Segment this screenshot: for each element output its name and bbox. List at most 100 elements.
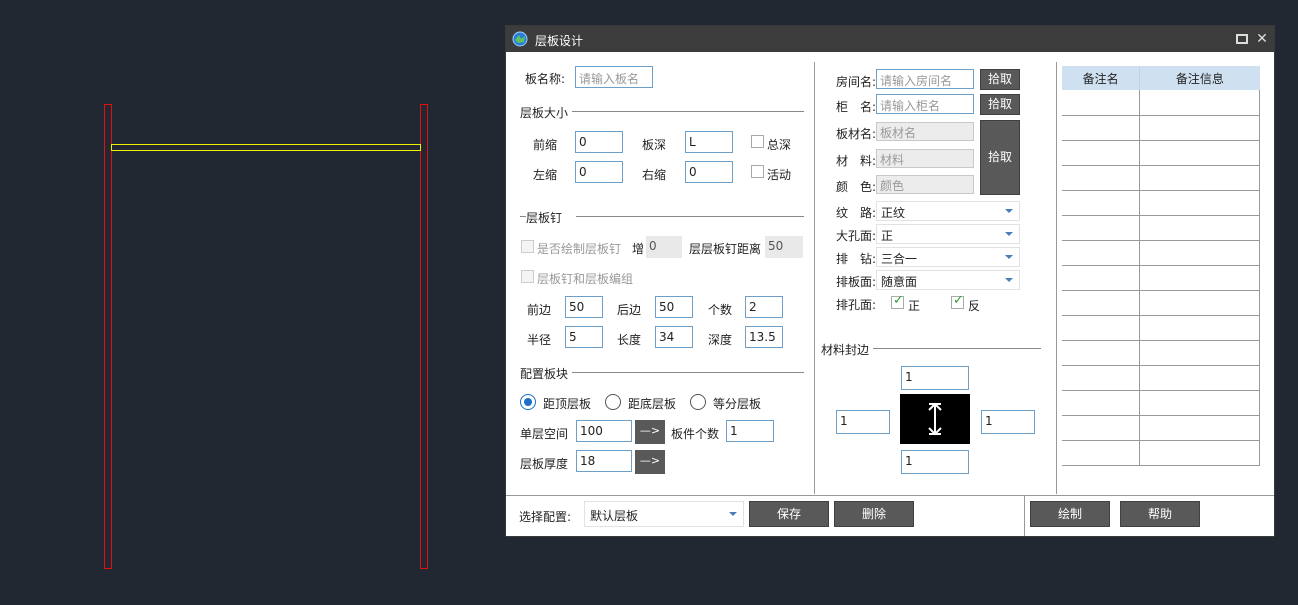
chevron-down-icon (1005, 232, 1013, 236)
cad-left-post (104, 104, 112, 569)
restore-icon[interactable] (1234, 31, 1250, 47)
delete-button[interactable]: 删除 (834, 501, 914, 527)
nail-group-label: 层板钉和层板编组 (537, 272, 634, 286)
depth-label: 板深 (642, 138, 667, 152)
single-space-apply-button[interactable]: —> (635, 420, 665, 444)
config-section-title: 配置板块 (520, 365, 573, 382)
hole-face-back-label: 反 (968, 299, 981, 313)
radius-input[interactable]: 5 (565, 326, 603, 348)
table-row[interactable] (1062, 365, 1260, 391)
front-inset-input[interactable]: 0 (575, 131, 623, 153)
board-material-label: 板材名: (836, 127, 877, 141)
drill-select[interactable]: 三合一 (876, 247, 1020, 267)
hole-face-back-checkbox[interactable]: ✓ (951, 293, 964, 309)
grain-label: 纹 路: (836, 206, 877, 220)
board-material-input[interactable]: 板材名 (876, 122, 974, 141)
edge-left-input[interactable]: 1 (836, 410, 890, 434)
pick-material-button[interactable]: 拾取 (980, 120, 1020, 195)
table-row[interactable] (1062, 440, 1260, 466)
table-row[interactable] (1062, 165, 1260, 191)
cabinet-name-input[interactable]: 请输入柜名 (876, 94, 974, 114)
movable-label: 活动 (767, 168, 792, 182)
right-inset-input[interactable]: 0 (685, 161, 733, 183)
thickness-apply-button[interactable]: —> (635, 450, 665, 474)
help-button[interactable]: 帮助 (1120, 501, 1200, 527)
board-name-input[interactable]: 请输入板名 (575, 66, 653, 88)
movable-checkbox[interactable] (751, 165, 764, 178)
increase-input[interactable]: 0 (646, 236, 682, 258)
chevron-down-icon (729, 512, 737, 516)
single-space-input[interactable]: 100 (576, 420, 632, 442)
table-row[interactable] (1062, 290, 1260, 316)
total-depth-checkbox[interactable] (751, 135, 764, 148)
chevron-down-icon (1005, 278, 1013, 282)
table-row[interactable] (1062, 390, 1260, 416)
table-row[interactable] (1062, 265, 1260, 291)
dialog-title: 层板设计 (535, 34, 584, 48)
single-space-label: 单层空间 (520, 427, 569, 441)
nail-group-checkbox[interactable] (521, 270, 534, 283)
table-row[interactable] (1062, 115, 1260, 141)
draw-button[interactable]: 绘制 (1030, 501, 1110, 527)
table-row[interactable] (1062, 90, 1260, 116)
radio-from-bottom[interactable] (605, 394, 621, 410)
layout-face-select[interactable]: 随意面 (876, 270, 1020, 290)
big-hole-select[interactable]: 正 (876, 224, 1020, 244)
table-row[interactable] (1062, 240, 1260, 266)
total-depth-label: 总深 (767, 138, 792, 152)
hole-face-front-checkbox[interactable]: ✓ (891, 293, 904, 309)
nail-distance-input[interactable]: 50 (765, 236, 803, 258)
left-inset-label: 左缩 (533, 168, 558, 182)
material-input[interactable]: 材料 (876, 149, 974, 168)
length-input[interactable]: 34 (655, 326, 693, 348)
left-inset-input[interactable]: 0 (575, 161, 623, 183)
notes-col-info[interactable]: 备注信息 (1139, 66, 1260, 90)
hole-face-front-label: 正 (908, 299, 921, 313)
draw-nail-checkbox[interactable] (521, 240, 534, 253)
pick-cabinet-button[interactable]: 拾取 (980, 94, 1020, 115)
hole-depth-input[interactable]: 13.5 (745, 326, 783, 348)
part-count-input[interactable]: 1 (726, 420, 774, 442)
back-edge-label: 后边 (617, 303, 642, 317)
back-edge-input[interactable]: 50 (655, 296, 693, 318)
radio-equal-split[interactable] (690, 394, 706, 410)
increase-label: 增 (632, 242, 645, 256)
pick-room-button[interactable]: 拾取 (980, 69, 1020, 90)
close-icon[interactable]: ✕ (1254, 31, 1270, 47)
edge-right-input[interactable]: 1 (981, 410, 1035, 434)
config-select-value: 默认层板 (590, 509, 639, 523)
notes-table[interactable]: 备注名 备注信息 (1062, 66, 1260, 466)
table-row[interactable] (1062, 190, 1260, 216)
save-button[interactable]: 保存 (749, 501, 829, 527)
config-select[interactable]: 默认层板 (584, 501, 744, 527)
room-name-input[interactable]: 请输入房间名 (876, 69, 974, 89)
table-row[interactable] (1062, 140, 1260, 166)
radio-from-top[interactable] (520, 394, 536, 410)
table-row[interactable] (1062, 340, 1260, 366)
footer-separator (1024, 496, 1025, 536)
edge-section-title: 材料封边 (821, 341, 874, 358)
grain-value: 正纹 (881, 206, 906, 220)
table-row[interactable] (1062, 315, 1260, 341)
length-label: 长度 (617, 333, 642, 347)
table-row[interactable] (1062, 215, 1260, 241)
app-logo-icon (512, 31, 528, 47)
color-input[interactable]: 颜色 (876, 175, 974, 194)
layout-face-value: 随意面 (881, 275, 918, 289)
grain-select[interactable]: 正纹 (876, 201, 1020, 221)
edge-top-input[interactable]: 1 (901, 366, 969, 390)
front-edge-input[interactable]: 50 (565, 296, 603, 318)
depth-input[interactable]: L (685, 131, 733, 153)
nail-distance-label: 层层板钉距离 (689, 242, 762, 256)
front-edge-label: 前边 (527, 303, 552, 317)
chevron-down-icon (1005, 255, 1013, 259)
cad-right-post (420, 104, 428, 569)
notes-col-name[interactable]: 备注名 (1062, 66, 1141, 90)
count-input[interactable]: 2 (745, 296, 783, 318)
table-row[interactable] (1062, 415, 1260, 441)
title-bar[interactable]: 层板设计 ✕ (506, 26, 1274, 52)
count-label: 个数 (708, 303, 733, 317)
drill-label: 排 钻: (836, 252, 877, 266)
thickness-input[interactable]: 18 (576, 450, 632, 472)
edge-bottom-input[interactable]: 1 (901, 450, 969, 474)
